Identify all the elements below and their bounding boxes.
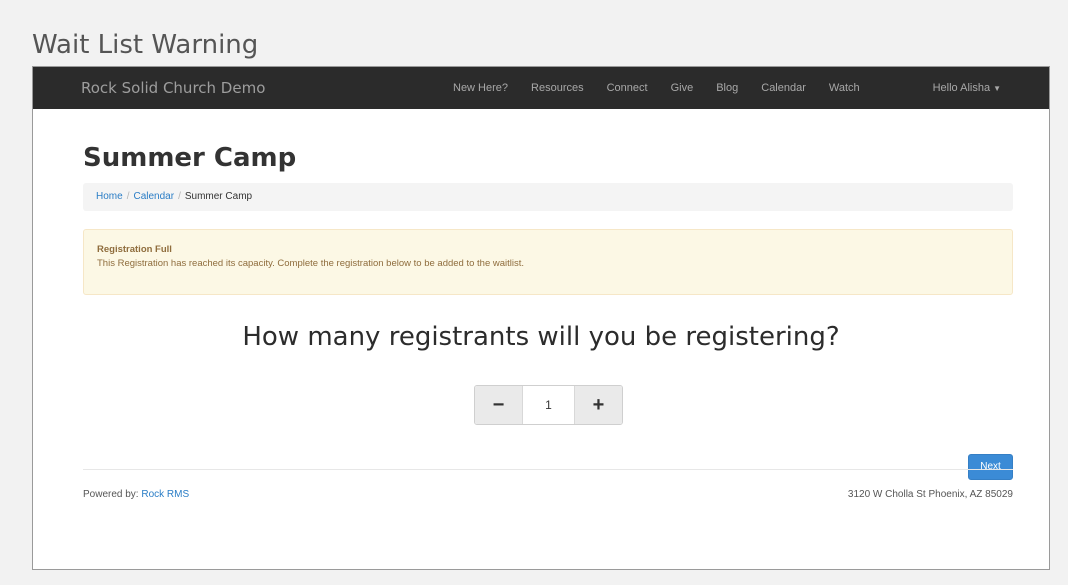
breadcrumb-current: Summer Camp: [184, 191, 253, 202]
outer-title: Wait List Warning: [32, 30, 259, 60]
nav-item-watch[interactable]: Watch: [829, 82, 860, 94]
nav-item-give[interactable]: Give: [671, 82, 694, 94]
nav-links: New Here? Resources Connect Give Blog Ca…: [453, 82, 883, 94]
breadcrumb: Home / Calendar / Summer Camp: [83, 183, 1013, 211]
navbar: Rock Solid Church Demo New Here? Resourc…: [33, 67, 1049, 109]
registration-full-alert: Registration Full This Registration has …: [83, 229, 1013, 295]
nav-item-connect[interactable]: Connect: [607, 82, 648, 94]
rock-rms-link[interactable]: Rock RMS: [141, 489, 189, 500]
alert-title: Registration Full: [97, 244, 172, 255]
footer-divider: [83, 469, 1013, 470]
user-menu-label: Hello Alisha: [932, 82, 991, 94]
quantity-value[interactable]: 1: [522, 386, 575, 424]
registrants-question: How many registrants will you be registe…: [242, 322, 840, 352]
brand-link[interactable]: Rock Solid Church Demo: [81, 79, 265, 97]
footer-address: 3120 W Cholla St Phoenix, AZ 85029: [847, 489, 1013, 500]
alert-message: This Registration has reached its capaci…: [97, 258, 525, 269]
browser-frame: Rock Solid Church Demo New Here? Resourc…: [32, 66, 1050, 570]
chevron-down-icon: ▼: [993, 84, 1001, 93]
breadcrumb-separator: /: [126, 191, 130, 202]
nav-item-calendar[interactable]: Calendar: [761, 82, 806, 94]
user-menu[interactable]: Hello Alisha ▼: [933, 82, 1001, 94]
decrement-button[interactable]: −: [475, 386, 522, 424]
nav-item-new-here[interactable]: New Here?: [453, 82, 508, 94]
nav-item-blog[interactable]: Blog: [716, 82, 738, 94]
increment-button[interactable]: +: [575, 386, 622, 424]
breadcrumb-separator: /: [178, 191, 181, 202]
breadcrumb-calendar[interactable]: Calendar: [133, 191, 174, 202]
page-title: Summer Camp: [83, 143, 297, 173]
footer-powered-by: Powered by: Rock RMS: [83, 489, 189, 500]
registrant-quantity-stepper: − 1 +: [474, 385, 623, 425]
breadcrumb-home[interactable]: Home: [96, 191, 123, 202]
powered-by-label: Powered by:: [83, 489, 139, 500]
next-button[interactable]: Next: [968, 454, 1013, 480]
nav-item-resources[interactable]: Resources: [531, 82, 584, 94]
